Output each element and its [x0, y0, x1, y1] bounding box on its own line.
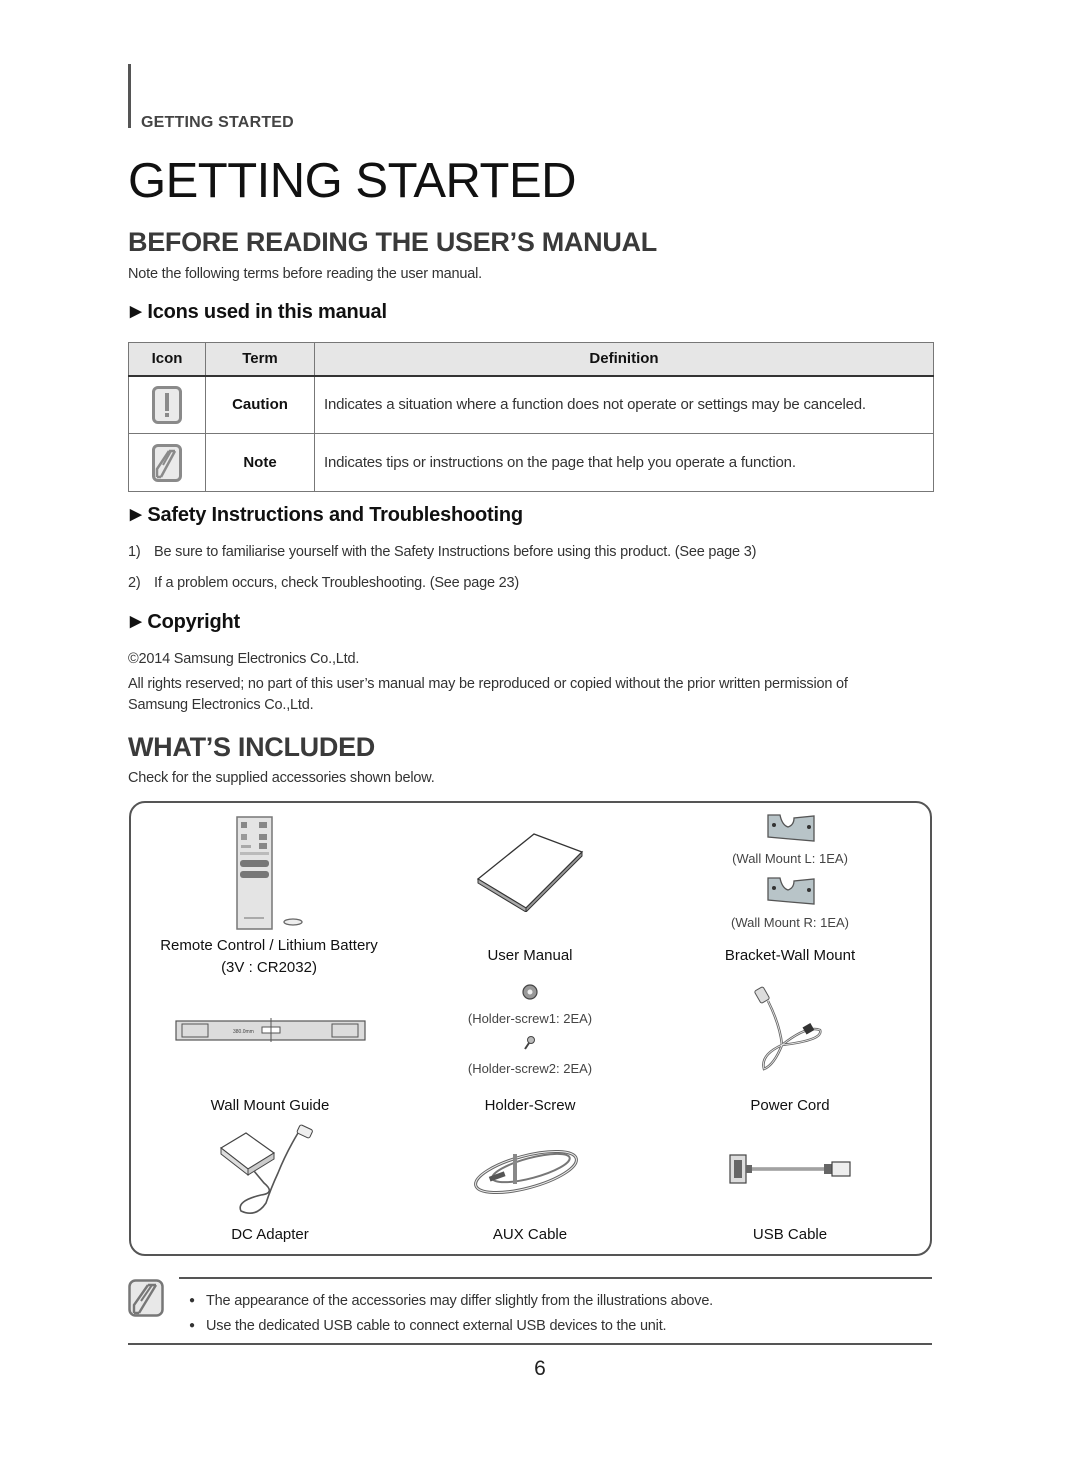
note-divider-top	[179, 1277, 932, 1279]
page-number: 6	[534, 1357, 546, 1380]
icons-section-title: Icons used in this manual	[147, 301, 387, 323]
holder-screw-label: Holder-Screw	[484, 1097, 576, 1114]
triangle-bullet-icon: ▶	[130, 303, 142, 320]
list-number: 1)	[128, 544, 141, 560]
triangle-bullet-icon: ▶	[130, 506, 142, 523]
definition-cell: Indicates a situation where a function d…	[314, 375, 934, 434]
user-manual-icon	[476, 832, 588, 917]
running-head: GETTING STARTED	[141, 114, 294, 131]
holder-screw2-label: (Holder-screw2: 2EA)	[467, 1061, 593, 1076]
holder-screw1-icon	[521, 983, 539, 1006]
table-row: Note Indicates tips or instructions on t…	[128, 433, 934, 492]
copyright-line: ©2014 Samsung Electronics Co.,Ltd.	[128, 651, 360, 667]
header-side-bar	[128, 64, 131, 128]
aux-cable-icon	[471, 1146, 589, 1201]
usb-cable-icon	[728, 1153, 856, 1190]
copyright-section-title: Copyright	[147, 611, 240, 633]
aux-cable-label: AUX Cable	[492, 1226, 568, 1243]
before-reading-heading: BEFORE READING THE USER’S MANUAL	[128, 227, 657, 257]
note-icon	[128, 1279, 164, 1322]
bullet-icon: ●	[189, 1320, 195, 1331]
wall-mount-guide-label: Wall Mount Guide	[210, 1097, 330, 1114]
dc-adapter-label: DC Adapter	[231, 1226, 309, 1243]
note-divider-bottom	[128, 1343, 932, 1345]
list-item: 1) Be sure to familiarise yourself with t…	[128, 544, 756, 560]
icons-section-heading: ▶ Icons used in this manual	[130, 301, 387, 324]
power-cord-label: Power Cord	[750, 1097, 830, 1114]
whats-included-heading: WHAT’S INCLUDED	[128, 732, 375, 762]
wall-mount-guide-icon: 380.0mm	[175, 1018, 367, 1047]
bullet-icon: ●	[189, 1295, 195, 1306]
icons-table: Icon Term Definition Caution Indicates a…	[128, 342, 934, 492]
dc-adapter-icon	[216, 1123, 326, 1223]
remote-label-sub: (3V : CR2032)	[221, 959, 317, 976]
user-manual-label: User Manual	[487, 947, 573, 964]
safety-section-heading: ▶ Safety Instructions and Troubleshooting	[130, 504, 523, 527]
list-item: 2) If a problem occurs, check Troubleshoo…	[128, 575, 519, 591]
safety-section-title: Safety Instructions and Troubleshooting	[147, 504, 523, 526]
holder-screw1-label: (Holder-screw1: 2EA)	[467, 1011, 593, 1026]
usb-cable-label: USB Cable	[752, 1226, 828, 1243]
definition-cell: Indicates tips or instructions on the pa…	[314, 433, 934, 492]
header-definition: Definition	[314, 342, 934, 377]
remote-control-icon	[236, 816, 316, 936]
whats-included-intro: Check for the supplied accessories shown…	[128, 770, 435, 786]
list-text: Be sure to familiarise yourself with the…	[154, 544, 757, 560]
copyright-notice-cont: Samsung Electronics Co.,Ltd.	[128, 697, 314, 713]
before-reading-intro: Note the following terms before reading …	[128, 266, 482, 282]
note-item: ● The appearance of the accessories may d…	[189, 1293, 713, 1309]
holder-screw2-icon	[524, 1036, 536, 1055]
table-header-row: Icon Term Definition	[128, 342, 934, 377]
icon-cell	[128, 433, 206, 492]
copyright-section-heading: ▶ Copyright	[130, 611, 240, 634]
header-icon: Icon	[128, 342, 206, 377]
page-title: GETTING STARTED	[128, 154, 577, 208]
header-term: Term	[205, 342, 315, 377]
table-row: Caution Indicates a situation where a fu…	[128, 375, 934, 434]
note-item: ● Use the dedicated USB cable to connect …	[189, 1318, 667, 1334]
triangle-bullet-icon: ▶	[130, 613, 142, 630]
note-icon	[152, 443, 182, 482]
power-cord-icon	[752, 985, 827, 1080]
list-number: 2)	[128, 575, 141, 591]
bracket-label: Bracket-Wall Mount	[724, 947, 856, 964]
icon-cell	[128, 375, 206, 434]
caution-icon	[152, 385, 182, 424]
wall-mount-l-label: (Wall Mount L: 1EA)	[732, 851, 848, 866]
wall-bracket-l-icon	[766, 813, 816, 848]
list-text: If a problem occurs, check Troubleshooti…	[154, 575, 520, 591]
note-text: Use the dedicated USB cable to connect e…	[206, 1318, 667, 1334]
wall-bracket-r-icon	[766, 876, 816, 911]
note-text: The appearance of the accessories may di…	[206, 1293, 714, 1309]
term-cell: Note	[205, 433, 315, 492]
copyright-notice: All rights reserved; no part of this use…	[128, 676, 848, 692]
term-cell: Caution	[205, 375, 315, 434]
remote-label: Remote Control / Lithium Battery	[160, 937, 378, 954]
guide-dimension-text: 380.0mm	[233, 1029, 254, 1035]
wall-mount-r-label: (Wall Mount R: 1EA)	[731, 915, 849, 930]
